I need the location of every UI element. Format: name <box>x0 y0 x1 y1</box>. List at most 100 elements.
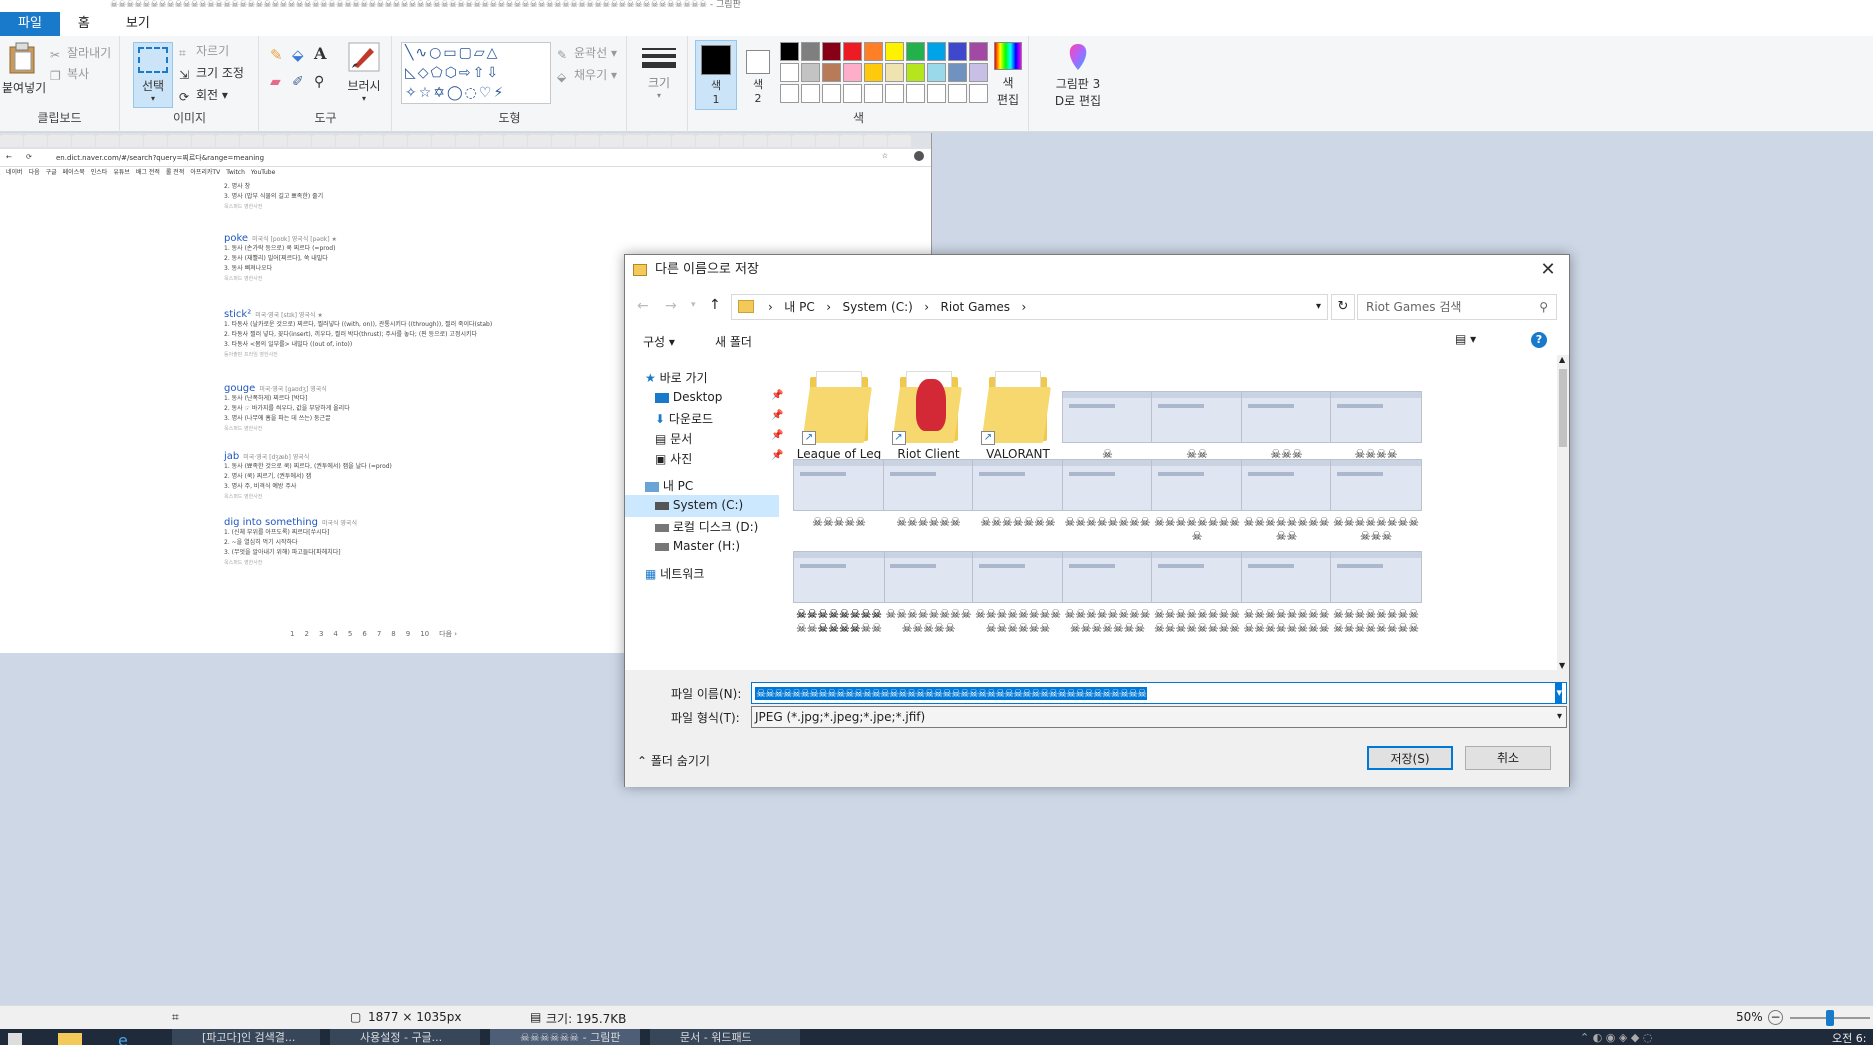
forward-arrow-icon[interactable]: → <box>665 298 677 314</box>
pencil-icon[interactable]: ✎ <box>270 46 283 64</box>
color-swatch[interactable] <box>906 42 925 61</box>
color-swatch[interactable] <box>780 42 799 61</box>
cancel-button[interactable]: 취소 <box>1465 746 1551 770</box>
zoom-slider-thumb[interactable] <box>1826 1010 1834 1026</box>
color-swatch[interactable] <box>864 42 883 61</box>
folder-item[interactable]: ↗ VALORANT <box>966 369 1070 461</box>
color-swatch-empty[interactable] <box>906 84 925 103</box>
nav-network[interactable]: ▦ 네트워크 <box>645 565 704 582</box>
file-explorer-icon[interactable] <box>58 1033 82 1045</box>
color-swatch-empty[interactable] <box>843 84 862 103</box>
color-swatch[interactable] <box>801 42 820 61</box>
entry-word[interactable]: gouge 미국·영국 [gaʊdʒ] 영국식 <box>224 383 584 394</box>
file-list-scrollbar[interactable]: ▲ ▼ <box>1557 355 1569 670</box>
windows-start-icon[interactable] <box>8 1033 22 1045</box>
new-folder-button[interactable]: 새 폴더 <box>715 333 752 350</box>
file-item[interactable]: ☠☠☠ <box>1235 369 1339 461</box>
paste-button[interactable]: 붙여넣기 <box>2 42 46 102</box>
taskbar-task-paint[interactable]: ☠☠☠☠☠☠ - 그림판 <box>490 1029 640 1045</box>
select-button[interactable]: 선택 ▾ <box>133 42 173 108</box>
color-swatch-empty[interactable] <box>864 84 883 103</box>
scroll-thumb[interactable] <box>1559 369 1567 447</box>
refresh-icon[interactable]: ↻ <box>1331 294 1355 320</box>
color-swatch-empty[interactable] <box>822 84 841 103</box>
color-swatch[interactable] <box>927 63 946 82</box>
color-swatch[interactable] <box>885 42 904 61</box>
entry-word[interactable]: jab 미국·영국 [dʒæb] 영국식 <box>224 451 584 462</box>
brush-button[interactable]: 브러시 ▾ <box>344 42 384 103</box>
taskbar-task-chrome[interactable]: [파고다]인 검색결... <box>172 1029 320 1045</box>
color-swatch[interactable] <box>780 63 799 82</box>
color-swatch[interactable] <box>906 63 925 82</box>
resize-button[interactable]: ⇲ 크기 조정 <box>179 64 244 82</box>
file-item[interactable]: ☠☠☠☠☠☠☠☠☠ <box>1145 459 1249 543</box>
color-swatch[interactable] <box>969 63 988 82</box>
color-swatch[interactable] <box>969 42 988 61</box>
help-icon[interactable]: ? <box>1531 332 1547 348</box>
address-breadcrumb[interactable]: › 내 PC › System (C:) › Riot Games › ▾ <box>731 294 1328 320</box>
entry-word[interactable]: poke 미국식 [poʊk] 영국식 [pəʊk] ★ <box>224 233 584 244</box>
zoom-slider[interactable] <box>1790 1010 1870 1026</box>
view-options-icon[interactable]: ▤ ▾ <box>1455 332 1476 346</box>
crop-button[interactable]: ⌗ 자르기 <box>179 42 229 60</box>
back-arrow-icon[interactable]: ← <box>637 298 649 314</box>
filetype-select[interactable]: JPEG (*.jpg;*.jpeg;*.jpe;*.jfif) ▾ <box>751 706 1567 728</box>
tab-view[interactable]: 보기 <box>108 12 168 36</box>
tab-home[interactable]: 홈 <box>60 12 108 36</box>
color-swatch[interactable] <box>843 42 862 61</box>
file-item[interactable]: ☠☠☠☠☠☠☠☠☠☠ <box>1235 459 1339 543</box>
zoom-out-icon[interactable]: − <box>1768 1010 1783 1025</box>
taskbar-task-settings[interactable]: 사용설정 - 구글... <box>330 1029 480 1045</box>
size-button[interactable]: 크기 ▾ <box>642 44 676 100</box>
text-tool-icon[interactable]: A <box>314 44 326 63</box>
color-swatch-empty[interactable] <box>969 84 988 103</box>
scroll-down-icon[interactable]: ▼ <box>1559 661 1565 670</box>
fill-button[interactable]: ⬙ 채우기 ▾ <box>557 66 617 84</box>
scroll-up-icon[interactable]: ▲ <box>1559 355 1565 364</box>
color1-button[interactable]: 색 1 <box>695 40 737 110</box>
nav-pictures[interactable]: ▣ 사진 <box>655 450 692 467</box>
color-swatch[interactable] <box>822 63 841 82</box>
color-swatch[interactable] <box>948 63 967 82</box>
file-item[interactable]: ☠☠☠☠☠☠☠☠ <box>1056 459 1160 529</box>
color-swatch[interactable] <box>801 63 820 82</box>
color-swatch[interactable] <box>843 63 862 82</box>
chevron-down-icon[interactable]: ▾ <box>1316 295 1321 319</box>
edit-colors-button[interactable]: 색 편집 <box>991 40 1025 108</box>
color-swatch[interactable] <box>822 42 841 61</box>
breadcrumb-my-pc[interactable]: 내 PC <box>784 300 814 314</box>
close-icon[interactable]: ✕ <box>1533 255 1563 285</box>
color-swatch[interactable] <box>948 42 967 61</box>
file-item[interactable]: ☠☠☠☠☠☠☠☠☠☠☠☠☠☠☠☠ <box>1145 551 1249 635</box>
copy-button[interactable]: ❐ 복사 <box>50 65 89 83</box>
file-item[interactable]: ☠ <box>1056 369 1160 461</box>
entry-word[interactable]: stick² 미국·영국 [stɪk] 영국식 ★ <box>224 309 584 320</box>
nav-desktop[interactable]: Desktop <box>655 390 722 404</box>
file-item[interactable]: ☠☠☠☠☠☠☠☠☠☠☠☠☠☠☠☠☠ <box>1235 551 1339 637</box>
chevron-down-icon[interactable]: ▾ <box>1555 683 1562 703</box>
breadcrumb-system-c[interactable]: System (C:) <box>842 300 912 314</box>
magnifier-icon[interactable]: ⚲ <box>314 74 324 90</box>
nav-local-d[interactable]: 로컬 디스크 (D:) <box>655 518 758 535</box>
color2-button[interactable]: 색 2 <box>741 40 775 110</box>
color-swatch-empty[interactable] <box>927 84 946 103</box>
edit-paint3d-button[interactable]: 그림판 3 D로 편집 <box>1040 42 1116 109</box>
entry-word[interactable]: dig into something 미국식 영국식 <box>224 517 584 528</box>
color-swatch-empty[interactable] <box>885 84 904 103</box>
search-input[interactable]: Riot Games 검색 ⚲ <box>1357 294 1557 320</box>
shapes-gallery[interactable]: ╲∿○▭▢▱△ ◺◇⬠⬡⇨⇧⇩ ✧☆✡◯◌♡⚡ <box>401 42 551 104</box>
color-picker-icon[interactable]: ✐ <box>292 74 304 90</box>
nav-master-h[interactable]: Master (H:) <box>655 539 740 553</box>
file-item[interactable]: ☠☠☠☠ <box>1324 369 1428 461</box>
eraser-icon[interactable]: ▰ <box>270 74 281 90</box>
file-item[interactable]: ☠☠☠☠☠☠☠☠☠☠☠☠☠☠ <box>966 551 1070 635</box>
nav-system-c[interactable]: System (C:) <box>625 495 779 517</box>
recent-chevron-icon[interactable]: ▾ <box>691 300 696 310</box>
color-swatch-empty[interactable] <box>948 84 967 103</box>
color-swatch[interactable] <box>864 63 883 82</box>
folder-item[interactable]: ↗ Riot Client <box>877 369 981 461</box>
file-item[interactable]: ☠☠☠☠☠☠☠ <box>966 459 1070 529</box>
nav-documents[interactable]: ▤ 문서 <box>655 430 692 447</box>
file-item[interactable]: ☠☠☠☠☠☠☠☠☠☠☠☠☠☠☠☠☠☠ <box>1324 551 1428 637</box>
up-arrow-icon[interactable]: ↑ <box>709 297 721 313</box>
